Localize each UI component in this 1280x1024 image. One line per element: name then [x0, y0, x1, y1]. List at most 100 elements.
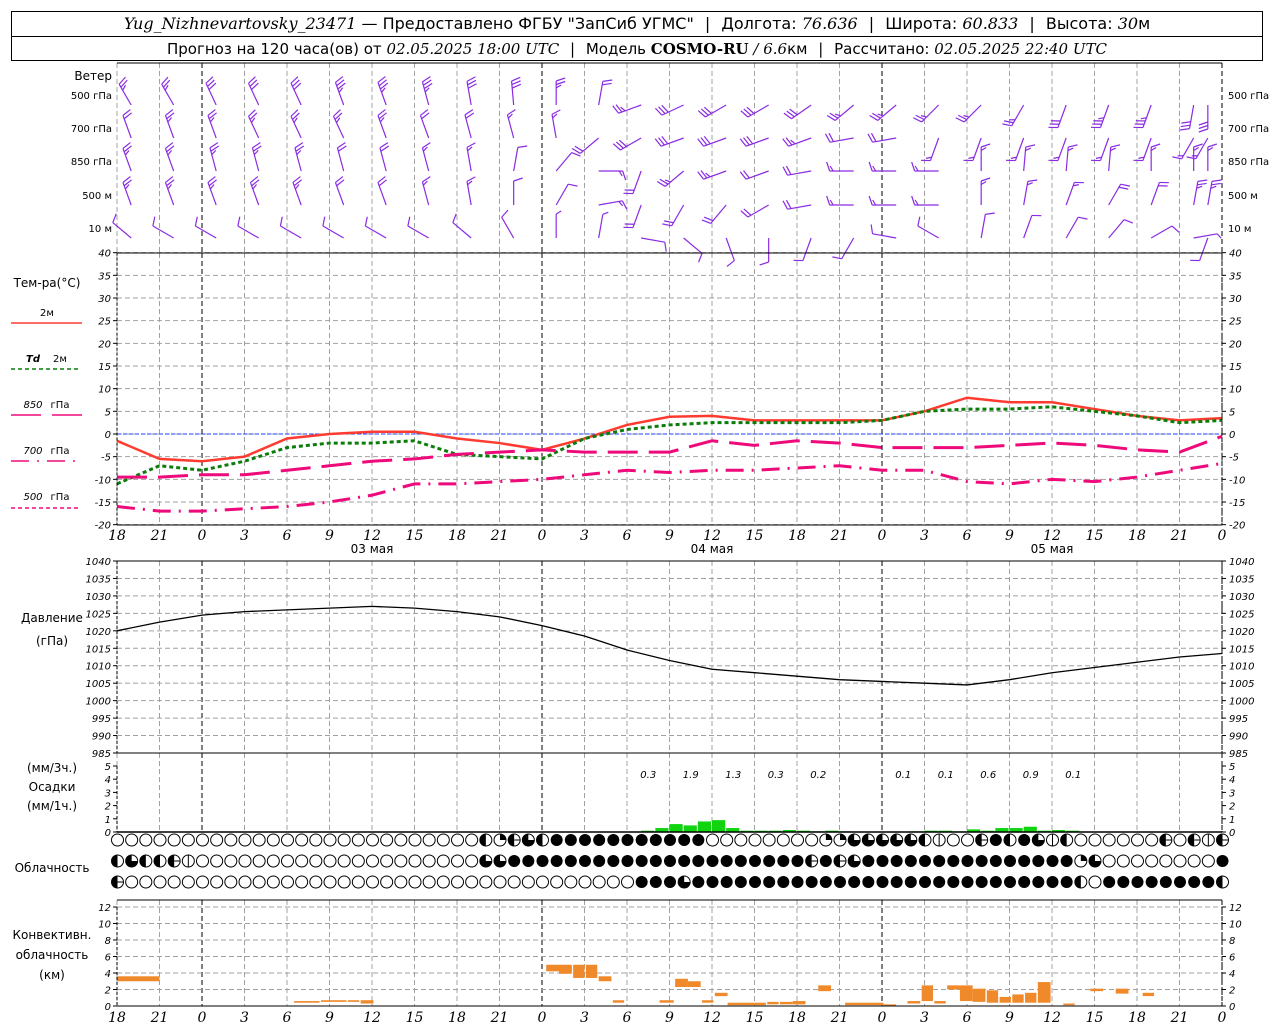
barb-feather — [279, 216, 283, 227]
cloud-symbol — [1003, 833, 1017, 847]
cloud-symbol — [380, 833, 394, 847]
cloud-full-icon — [933, 876, 946, 888]
barb-feather — [513, 177, 523, 182]
cloud-circle-icon — [323, 854, 337, 868]
barb-feather — [790, 139, 796, 145]
pressure-tick-label-right: 1040 — [1229, 557, 1254, 568]
barb-feather — [252, 184, 257, 190]
cloud-symbol — [281, 854, 294, 868]
temperature-tick-label-right: 25 — [1229, 317, 1242, 328]
cloud-circle-icon — [309, 875, 323, 889]
cloud-symbol — [1102, 833, 1116, 847]
cloud-symbol — [1074, 875, 1088, 889]
wind-barb — [571, 137, 600, 154]
cloud-symbol — [224, 875, 238, 889]
pressure-tick-label: 995 — [92, 714, 111, 725]
cloud-circle-icon — [408, 875, 422, 889]
cloud-symbol — [720, 855, 733, 867]
cloud-circle-icon — [238, 875, 252, 889]
cloud-half — [805, 855, 812, 867]
wind-barb — [122, 176, 132, 206]
time-tick-label: 3 — [920, 528, 929, 544]
cloud-circle-icon — [351, 833, 365, 847]
barb-feather — [555, 84, 562, 89]
wind-barb — [510, 76, 522, 106]
barb-staff — [1014, 137, 1025, 161]
pressure-tick-label: 1025 — [86, 609, 111, 620]
cloud-symbol — [876, 855, 889, 867]
convective-title-1: Конвективн. — [13, 928, 92, 942]
precip-bar — [669, 824, 683, 832]
cloud-full-icon — [550, 855, 563, 867]
convective-bar — [117, 976, 160, 982]
barb-staff — [710, 204, 727, 224]
temperature-tick-label: 35 — [98, 271, 111, 282]
precip-tick-label-right: 5 — [1229, 762, 1235, 773]
barb-staff — [1199, 237, 1209, 261]
cloud-symbol — [1173, 833, 1187, 847]
wind-barb — [920, 137, 940, 162]
cloud-circle-icon — [380, 833, 394, 847]
barb-feather — [826, 195, 831, 206]
wind-barb — [980, 212, 995, 239]
barb-feather — [870, 224, 874, 234]
cloud-symbol — [961, 833, 974, 847]
convective-bar — [1142, 992, 1154, 997]
pressure-tick-label-right: 1035 — [1229, 574, 1254, 585]
cloud-symbol — [181, 875, 195, 889]
barb-feather — [381, 87, 386, 93]
convective-bar — [972, 988, 986, 1002]
barb-feather — [1118, 186, 1129, 190]
barb-feather — [618, 170, 623, 177]
barb-feather — [662, 223, 672, 227]
time-tick-label: 9 — [325, 528, 334, 544]
cloud-full-icon — [607, 855, 620, 867]
wind-barb — [452, 213, 472, 239]
barb-staff — [377, 182, 387, 206]
cloud-half — [111, 855, 118, 867]
wind-barb — [464, 109, 475, 139]
cloud-circle-icon — [394, 875, 408, 889]
time-tick-label: 0 — [538, 1010, 547, 1024]
wind-barb — [870, 224, 897, 239]
cloud-circle-icon — [125, 833, 139, 847]
time-tick-label: 21 — [1170, 528, 1189, 544]
time-tick-label: 0 — [1218, 528, 1227, 544]
barb-feather — [1216, 233, 1222, 239]
cloud-symbol — [621, 855, 634, 867]
wind-barb — [555, 152, 581, 172]
convective-cloud-panel — [117, 964, 1154, 1006]
cloud-circle-icon — [281, 833, 294, 847]
cloud-symbol — [847, 854, 861, 868]
cloud-full-icon — [593, 834, 606, 846]
time-tick-label: 18 — [108, 528, 126, 544]
barb-feather — [466, 142, 476, 148]
barb-feather — [1197, 179, 1208, 182]
cloud-full-icon — [763, 876, 776, 888]
cloud-full-icon — [975, 855, 988, 867]
temperature-tick-label: 15 — [98, 362, 111, 373]
cloud-full-icon — [1004, 876, 1016, 888]
cloud-symbol — [125, 833, 139, 847]
cloud-full-icon — [890, 876, 903, 888]
temperature-tick-label-right: 10 — [1229, 385, 1242, 396]
wind-barb — [783, 104, 812, 120]
convective-bar — [727, 1002, 766, 1006]
wind-barb — [826, 104, 855, 121]
temperature-tick-label: -10 — [95, 475, 111, 486]
cloud-circle-icon — [196, 833, 209, 847]
time-tick-label: 0 — [878, 1010, 887, 1024]
barb-feather — [1207, 143, 1218, 148]
wind-barb — [555, 183, 578, 206]
wind-barb — [364, 216, 387, 239]
barb-staff — [747, 204, 769, 218]
cloud-symbol — [323, 854, 337, 868]
cloud-symbol — [337, 854, 351, 868]
barb-staff — [1023, 147, 1027, 172]
cloud-symbol — [252, 833, 266, 847]
cloud-circle-icon — [578, 875, 592, 889]
barb-feather — [980, 180, 987, 186]
cloud-symbol — [819, 876, 832, 888]
barb-staff — [501, 216, 515, 239]
convective-bar — [294, 1001, 320, 1003]
